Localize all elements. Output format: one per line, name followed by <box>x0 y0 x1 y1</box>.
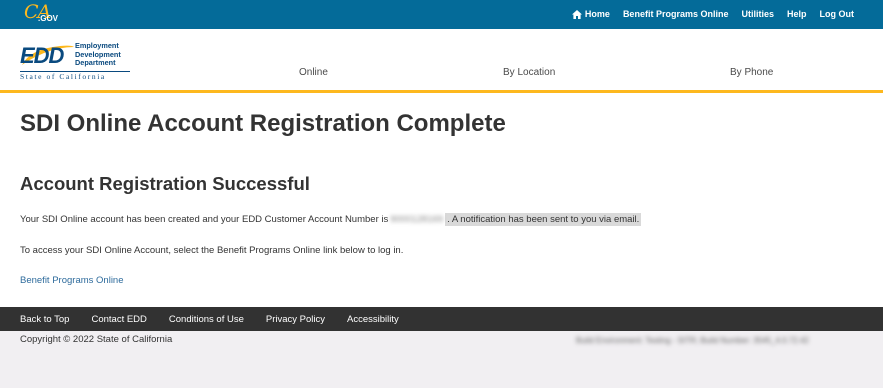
nav-online[interactable]: Online <box>299 67 328 78</box>
footer-accessibility[interactable]: Accessibility <box>347 314 399 325</box>
build-info-redacted: Build Environment: Testing - SITR; Build… <box>576 336 809 345</box>
top-nav: Home Benefit Programs Online Utilities H… <box>571 9 855 19</box>
nav-by-phone[interactable]: By Phone <box>730 67 773 78</box>
header-divider <box>0 90 883 93</box>
log-out-nav-link[interactable]: Log Out <box>820 9 855 19</box>
footer-nav: Back to Top Contact EDD Conditions of Us… <box>0 307 883 331</box>
edd-letters: EDD <box>20 43 64 68</box>
nav-by-location[interactable]: By Location <box>503 67 555 78</box>
top-bar: CA .GOV Home Benefit Programs Online Uti… <box>0 0 883 29</box>
access-instructions: To access your SDI Online Account, selec… <box>20 245 404 256</box>
help-nav-link[interactable]: Help <box>787 9 807 19</box>
footer-back-to-top[interactable]: Back to Top <box>20 314 69 325</box>
footer-conditions-of-use[interactable]: Conditions of Use <box>169 314 244 325</box>
copyright-text: Copyright © 2022 State of California <box>20 334 173 345</box>
ca-gov-logo[interactable]: CA .GOV <box>24 1 64 27</box>
home-icon <box>571 9 582 19</box>
notification-highlight: . A notification has been sent to you vi… <box>445 213 642 226</box>
footer-privacy-policy[interactable]: Privacy Policy <box>266 314 325 325</box>
edd-logo[interactable]: EDD Employment Development Department St… <box>20 41 132 81</box>
footer-bottom: Copyright © 2022 State of California Bui… <box>0 331 883 388</box>
edd-logo-words: Employment Development Department <box>75 41 121 68</box>
home-link-label: Home <box>584 9 610 19</box>
page-title: SDI Online Account Registration Complete <box>20 110 506 137</box>
footer-contact-edd[interactable]: Contact EDD <box>91 314 146 325</box>
utilities-nav-link[interactable]: Utilities <box>741 9 774 19</box>
account-number-redacted: 9000128169 <box>390 214 444 225</box>
confirmation-text: Your SDI Online account has been created… <box>20 214 389 225</box>
edd-word-department: Department <box>75 58 116 68</box>
benefit-programs-online-link[interactable]: Benefit Programs Online <box>20 275 124 286</box>
site-header: EDD Employment Development Department St… <box>0 29 883 90</box>
home-link[interactable]: Home <box>571 9 610 19</box>
gov-logo-text: .GOV <box>38 14 59 23</box>
confirmation-message: Your SDI Online account has been created… <box>20 213 642 226</box>
benefit-programs-online-nav-link[interactable]: Benefit Programs Online <box>623 9 729 19</box>
edd-state-of-california: State of California <box>20 71 130 81</box>
section-title: Account Registration Successful <box>20 173 310 194</box>
